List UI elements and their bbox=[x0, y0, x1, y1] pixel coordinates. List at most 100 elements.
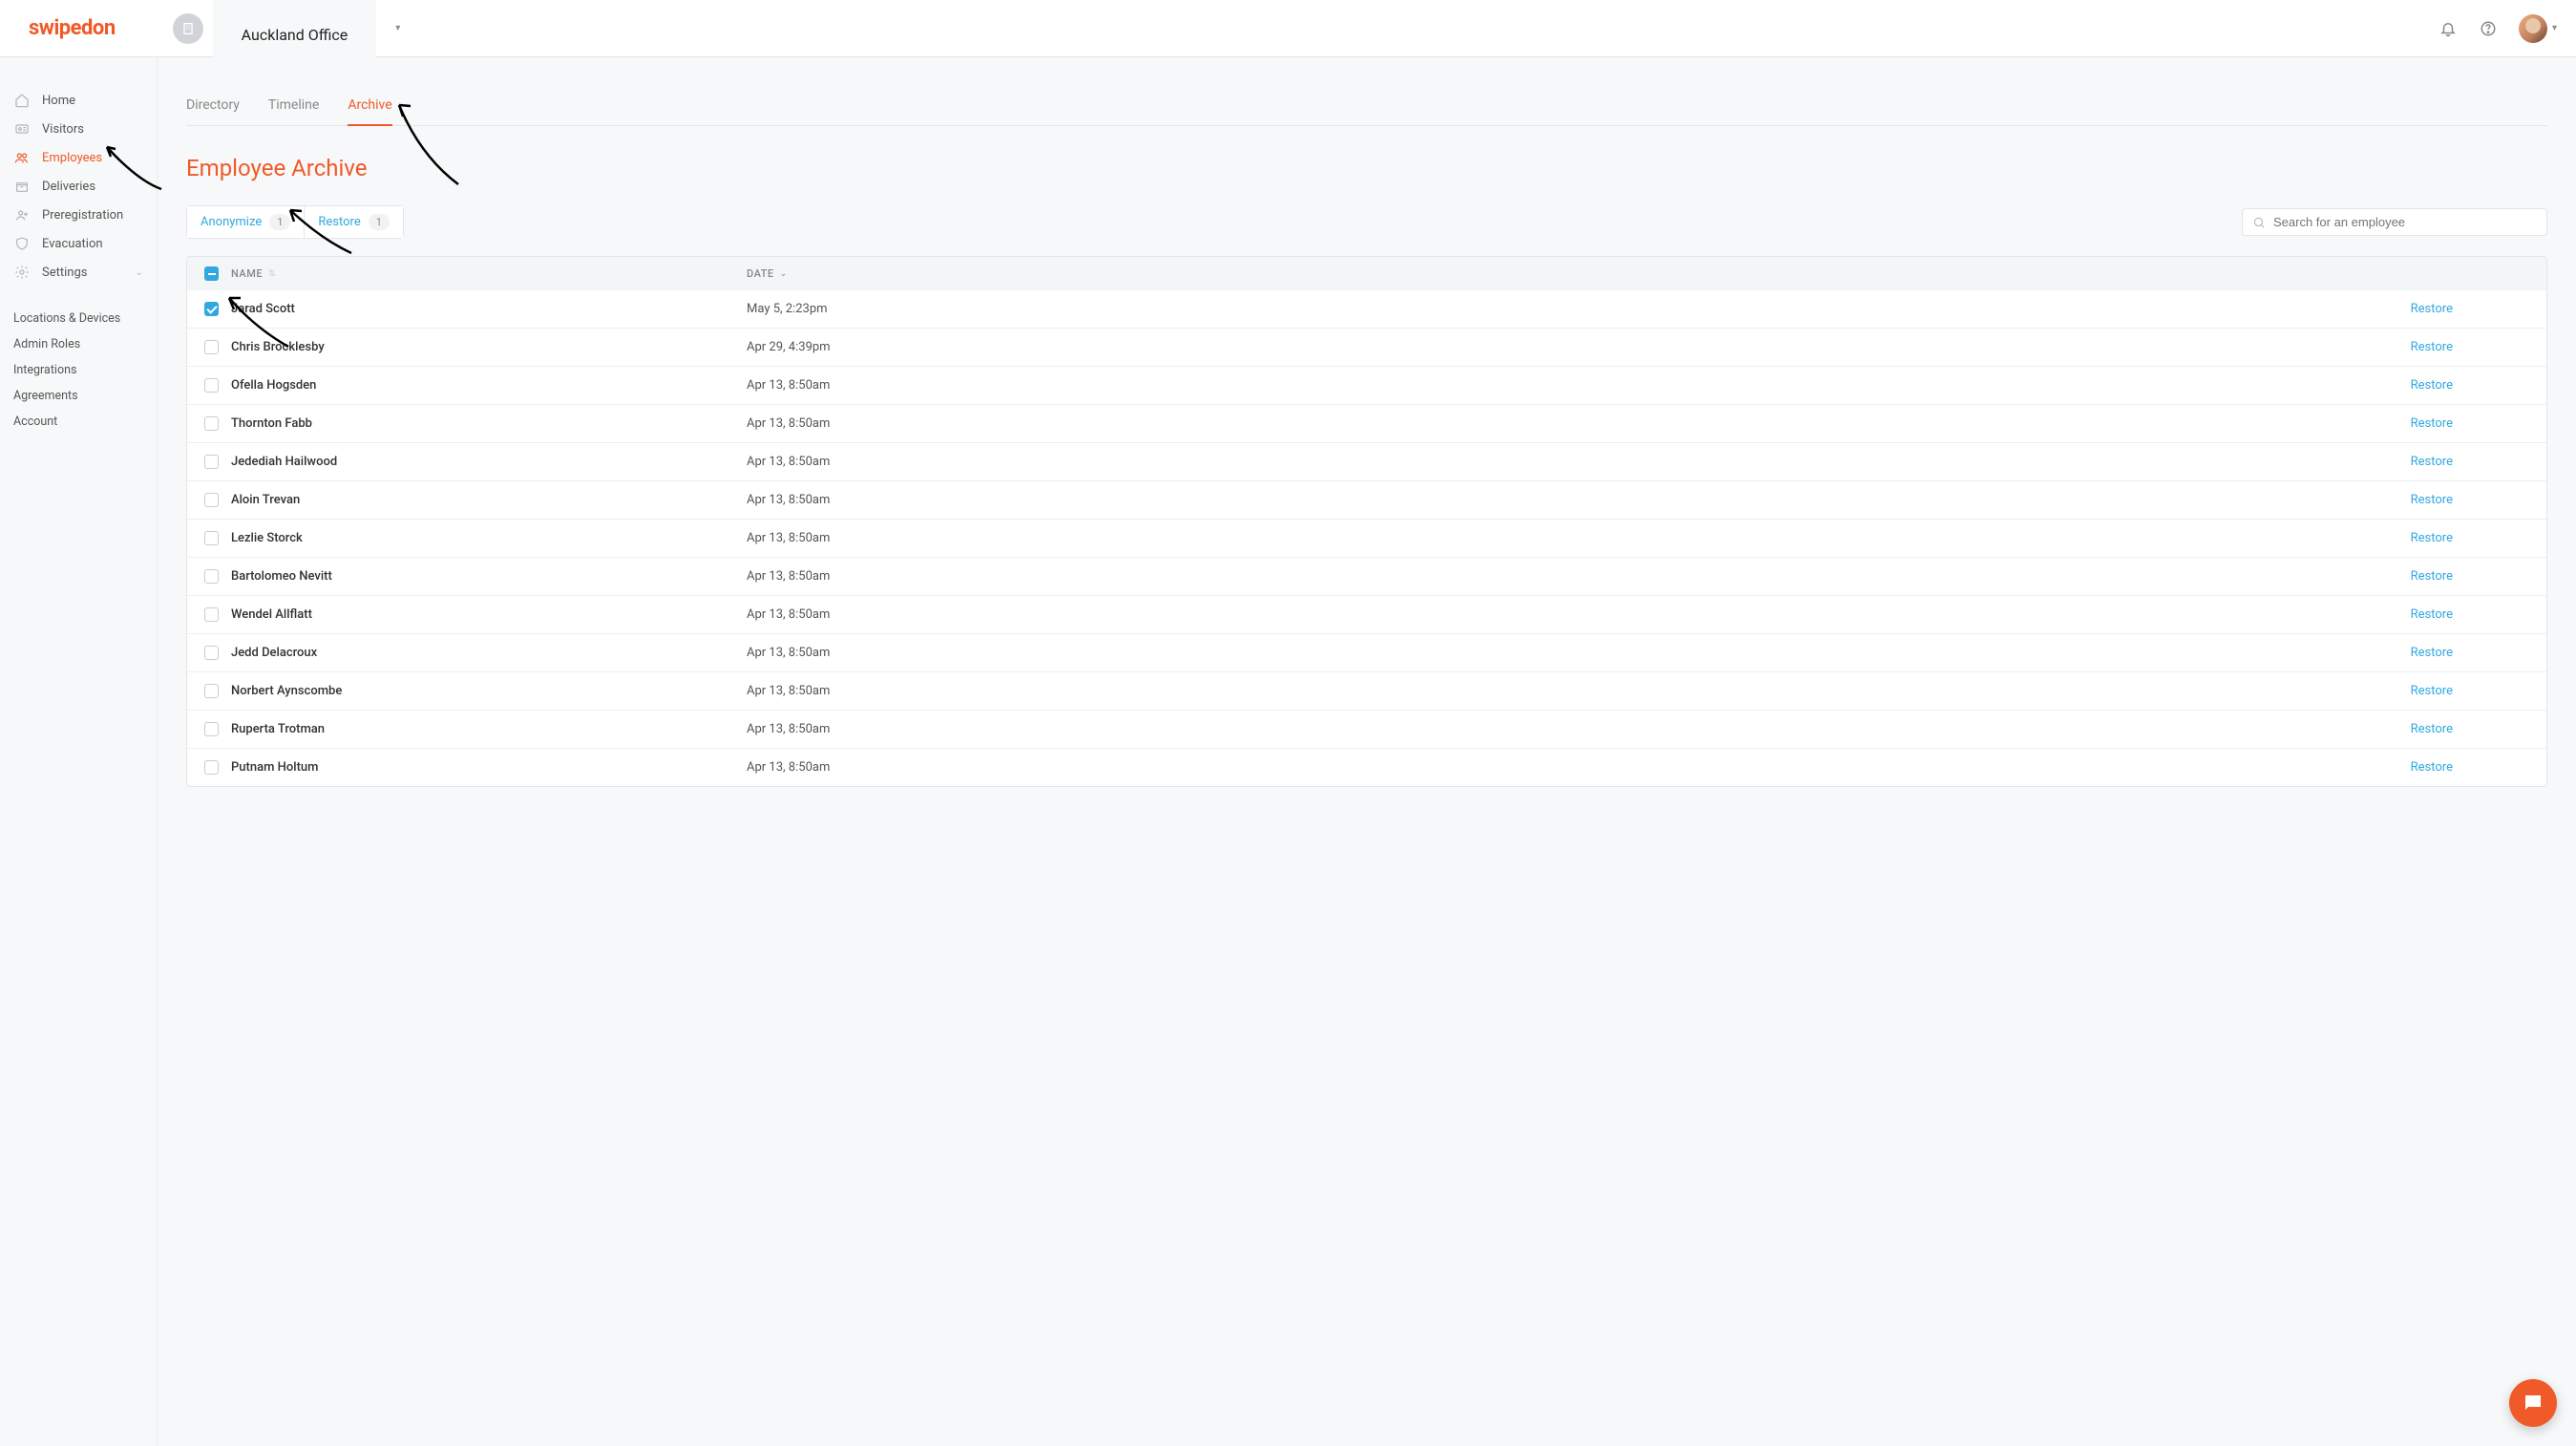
row-restore-link[interactable]: Restore bbox=[2411, 302, 2529, 316]
sidebar-item-label: Employees bbox=[42, 151, 102, 165]
row-date: Apr 29, 4:39pm bbox=[747, 340, 1243, 354]
sidebar-item-home[interactable]: Home bbox=[0, 86, 157, 115]
sidebar-sub-account[interactable]: Account bbox=[0, 409, 157, 435]
row-name: Aloin Trevan bbox=[231, 493, 747, 507]
anonymize-label: Anonymize bbox=[201, 215, 262, 229]
row-restore-link[interactable]: Restore bbox=[2411, 607, 2529, 622]
row-checkbox[interactable] bbox=[204, 722, 219, 736]
row-name: Ofella Hogsden bbox=[231, 378, 747, 393]
row-date: Apr 13, 8:50am bbox=[747, 531, 1243, 545]
sidebar-sub-admin-roles[interactable]: Admin Roles bbox=[0, 331, 157, 357]
row-restore-link[interactable]: Restore bbox=[2411, 340, 2529, 354]
table-row: Ofella Hogsden Apr 13, 8:50am Restore bbox=[187, 366, 2546, 404]
row-checkbox[interactable] bbox=[204, 646, 219, 660]
anonymize-count: 1 bbox=[269, 214, 290, 230]
row-checkbox[interactable] bbox=[204, 760, 219, 775]
sidebar-sub-integrations[interactable]: Integrations bbox=[0, 357, 157, 383]
row-date: Apr 13, 8:50am bbox=[747, 722, 1243, 736]
tab-timeline[interactable]: Timeline bbox=[268, 86, 319, 126]
sidebar-item-deliveries[interactable]: Deliveries bbox=[0, 172, 157, 201]
account-switcher[interactable]: Showcase account Auckland Office ▾ bbox=[173, 0, 401, 73]
row-restore-link[interactable]: Restore bbox=[2411, 416, 2529, 431]
bulk-actions: Anonymize 1 Restore 1 bbox=[186, 205, 404, 239]
row-date: Apr 13, 8:50am bbox=[747, 493, 1243, 507]
chevron-down-icon: ⌄ bbox=[136, 267, 143, 278]
row-checkbox[interactable] bbox=[204, 684, 219, 698]
row-checkbox[interactable] bbox=[204, 569, 219, 584]
anonymize-button[interactable]: Anonymize 1 bbox=[186, 205, 305, 239]
search-input-wrap[interactable] bbox=[2242, 208, 2547, 236]
sidebar-item-label: Home bbox=[42, 94, 75, 108]
row-restore-link[interactable]: Restore bbox=[2411, 531, 2529, 545]
chat-button[interactable] bbox=[2509, 1379, 2557, 1427]
table-row: Thornton Fabb Apr 13, 8:50am Restore bbox=[187, 404, 2546, 442]
table-row: Chris Brocklesby Apr 29, 4:39pm Restore bbox=[187, 328, 2546, 366]
employee-table: NAME ⇅ DATE ⌄ Jarad Scott May 5, 2:23pm … bbox=[186, 256, 2547, 787]
table-row: Jedediah Hailwood Apr 13, 8:50am Restore bbox=[187, 442, 2546, 480]
topbar: swipedon Showcase account Auckland Offic… bbox=[0, 0, 2576, 57]
row-date: May 5, 2:23pm bbox=[747, 302, 1243, 316]
tab-directory[interactable]: Directory bbox=[186, 86, 240, 126]
table-row: Lezlie Storck Apr 13, 8:50am Restore bbox=[187, 519, 2546, 557]
column-date[interactable]: DATE ⌄ bbox=[747, 267, 1243, 280]
sidebar-sub-locations-devices[interactable]: Locations & Devices bbox=[0, 306, 157, 331]
row-name: Jedediah Hailwood bbox=[231, 455, 747, 469]
sidebar-item-evacuation[interactable]: Evacuation bbox=[0, 229, 157, 258]
row-restore-link[interactable]: Restore bbox=[2411, 455, 2529, 469]
sidebar-item-label: Deliveries bbox=[42, 180, 95, 194]
row-restore-link[interactable]: Restore bbox=[2411, 569, 2529, 584]
sidebar: Home Visitors Employees Deliveries Preregist… bbox=[0, 57, 158, 1446]
search-icon bbox=[2252, 216, 2266, 229]
building-icon bbox=[173, 13, 203, 44]
help-icon[interactable] bbox=[2479, 19, 2498, 38]
bell-icon[interactable] bbox=[2439, 19, 2458, 38]
row-restore-link[interactable]: Restore bbox=[2411, 760, 2529, 775]
row-checkbox[interactable] bbox=[204, 340, 219, 354]
account-mainlabel: Auckland Office bbox=[213, 0, 377, 73]
row-restore-link[interactable]: Restore bbox=[2411, 684, 2529, 698]
restore-count: 1 bbox=[369, 214, 390, 230]
row-restore-link[interactable]: Restore bbox=[2411, 722, 2529, 736]
row-restore-link[interactable]: Restore bbox=[2411, 378, 2529, 393]
restore-button[interactable]: Restore 1 bbox=[305, 205, 404, 239]
chevron-down-icon: ▾ bbox=[395, 23, 400, 33]
people-icon bbox=[13, 149, 31, 166]
column-name[interactable]: NAME ⇅ bbox=[231, 267, 747, 280]
row-checkbox[interactable] bbox=[204, 493, 219, 507]
search-input[interactable] bbox=[2273, 215, 2537, 229]
row-name: Thornton Fabb bbox=[231, 416, 747, 431]
row-name: Jedd Delacroux bbox=[231, 646, 747, 660]
table-row: Ruperta Trotman Apr 13, 8:50am Restore bbox=[187, 710, 2546, 748]
sidebar-sub-agreements[interactable]: Agreements bbox=[0, 383, 157, 409]
shield-icon bbox=[13, 235, 31, 252]
row-checkbox[interactable] bbox=[204, 607, 219, 622]
row-checkbox[interactable] bbox=[204, 416, 219, 431]
sidebar-item-settings[interactable]: Settings ⌄ bbox=[0, 258, 157, 287]
table-row: Aloin Trevan Apr 13, 8:50am Restore bbox=[187, 480, 2546, 519]
table-row: Jarad Scott May 5, 2:23pm Restore bbox=[187, 290, 2546, 328]
tab-archive[interactable]: Archive bbox=[348, 86, 391, 126]
user-menu[interactable]: ▾ bbox=[2519, 14, 2557, 43]
row-name: Bartolomeo Nevitt bbox=[231, 569, 747, 584]
box-icon bbox=[13, 178, 31, 195]
select-all-checkbox[interactable] bbox=[204, 266, 219, 281]
row-name: Jarad Scott bbox=[231, 302, 747, 316]
row-restore-link[interactable]: Restore bbox=[2411, 493, 2529, 507]
table-row: Putnam Holtum Apr 13, 8:50am Restore bbox=[187, 748, 2546, 786]
row-name: Putnam Holtum bbox=[231, 760, 747, 775]
row-date: Apr 13, 8:50am bbox=[747, 378, 1243, 393]
sidebar-item-label: Evacuation bbox=[42, 237, 103, 251]
row-name: Lezlie Storck bbox=[231, 531, 747, 545]
sidebar-item-visitors[interactable]: Visitors bbox=[0, 115, 157, 143]
sidebar-item-employees[interactable]: Employees bbox=[0, 143, 157, 172]
row-checkbox[interactable] bbox=[204, 378, 219, 393]
row-restore-link[interactable]: Restore bbox=[2411, 646, 2529, 660]
row-checkbox[interactable] bbox=[204, 531, 219, 545]
logo: swipedon bbox=[29, 16, 116, 40]
sidebar-item-preregistration[interactable]: Preregistration bbox=[0, 201, 157, 229]
chevron-down-icon: ▾ bbox=[2552, 23, 2557, 33]
row-checkbox[interactable] bbox=[204, 302, 219, 316]
row-date: Apr 13, 8:50am bbox=[747, 607, 1243, 622]
row-checkbox[interactable] bbox=[204, 455, 219, 469]
sidebar-item-label: Settings bbox=[42, 266, 87, 280]
